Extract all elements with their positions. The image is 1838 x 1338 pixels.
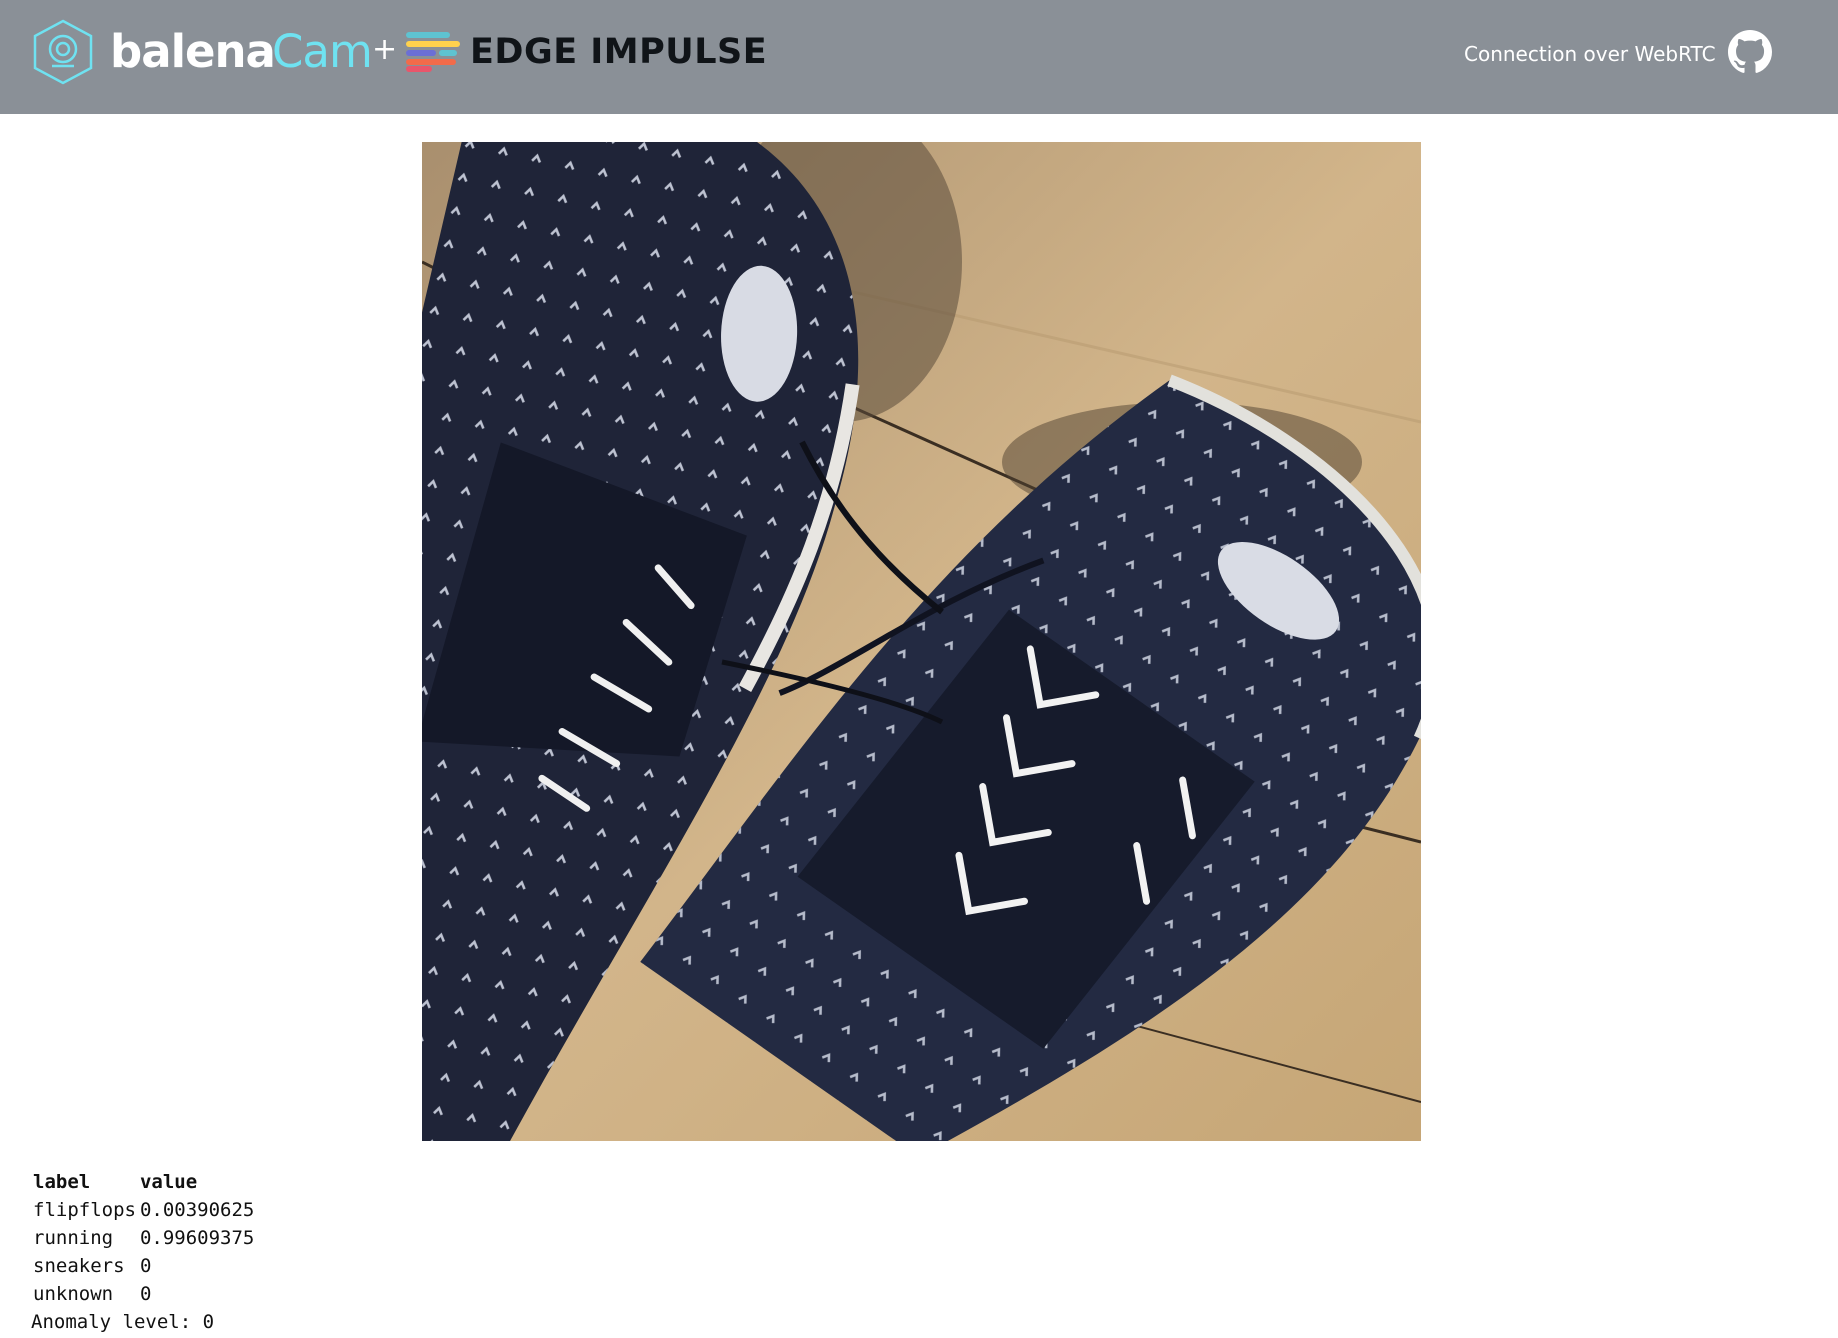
camera-stream-image bbox=[422, 142, 1421, 1141]
row-label: unknown bbox=[33, 1283, 114, 1305]
row-value: 0.99609375 bbox=[139, 1227, 255, 1249]
table-row: running 0.99609375 bbox=[33, 1224, 258, 1252]
brand-edge-impulse-text: EDGE IMPULSE bbox=[470, 32, 768, 72]
results-header-row: label value bbox=[33, 1168, 258, 1196]
top-navbar: balena Cam + EDGE IMPULSE Connection ove… bbox=[0, 0, 1838, 114]
column-header-label: label bbox=[33, 1171, 91, 1193]
balenacam-hexagon-icon[interactable] bbox=[32, 19, 94, 85]
row-label: sneakers bbox=[33, 1255, 125, 1277]
brand-cam-text: Cam bbox=[272, 25, 373, 78]
classification-results: label value flipflops 0.00390625 running… bbox=[31, 1168, 258, 1336]
anomaly-level-text: Anomaly level: 0 bbox=[31, 1311, 215, 1333]
results-table: label value flipflops 0.00390625 running… bbox=[33, 1168, 258, 1308]
edge-impulse-logo-icon bbox=[406, 32, 460, 72]
row-value: 0.00390625 bbox=[139, 1199, 255, 1221]
row-label: running bbox=[33, 1227, 114, 1249]
brand-balena-text: balena bbox=[110, 25, 276, 78]
row-value: 0 bbox=[139, 1255, 152, 1277]
connection-status-text: Connection over WebRTC bbox=[1464, 42, 1716, 66]
table-row: unknown 0 bbox=[33, 1280, 258, 1308]
row-label: flipflops bbox=[33, 1199, 136, 1221]
brand-plus-sign: + bbox=[372, 32, 398, 67]
column-header-value: value bbox=[139, 1171, 198, 1193]
row-value: 0 bbox=[139, 1283, 152, 1305]
sneakers-photo bbox=[422, 142, 1421, 1141]
github-icon[interactable] bbox=[1728, 30, 1772, 74]
table-row: flipflops 0.00390625 bbox=[33, 1196, 258, 1224]
table-row: sneakers 0 bbox=[33, 1252, 258, 1280]
